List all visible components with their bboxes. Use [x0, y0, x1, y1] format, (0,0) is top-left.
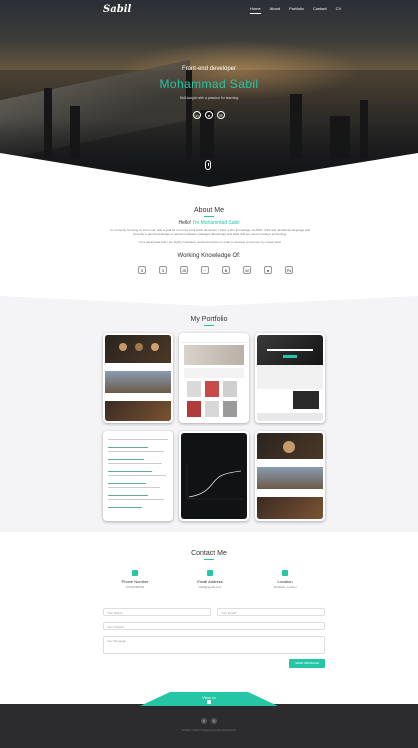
- email-icon: [207, 570, 213, 576]
- jquery-icon: ~: [201, 266, 209, 274]
- about-title-underline: [204, 216, 214, 217]
- name-input[interactable]: Your Name*: [103, 608, 211, 616]
- nav-contact[interactable]: Contact: [313, 6, 327, 14]
- portfolio-card-dashboard[interactable]: [103, 431, 173, 521]
- project-screenshot: [105, 335, 171, 421]
- contact-email: Email Address sabil@gmail.com: [175, 570, 245, 589]
- email-icon[interactable]: ✉: [217, 111, 225, 119]
- main-nav: Home About Portfolio Contact CV: [250, 6, 341, 14]
- github-icon: ●: [264, 266, 272, 274]
- message-textarea[interactable]: Your Message: [103, 636, 325, 654]
- subject-input[interactable]: Your Subject: [103, 622, 325, 630]
- hero-tagline: Self-taught with a passion for learning: [179, 96, 239, 100]
- contact-title-underline: [204, 559, 214, 560]
- portfolio-card-restaurant[interactable]: [103, 333, 173, 423]
- nav-home[interactable]: Home: [250, 6, 261, 14]
- contact-location: Location Sheffield, London: [250, 570, 320, 589]
- contact-phone-label: Phone Number: [121, 579, 149, 584]
- download-icon[interactable]: [207, 700, 211, 704]
- project-screenshot: [257, 335, 323, 421]
- css3-icon: 3: [159, 266, 167, 274]
- portfolio-title: My Portfolio: [190, 316, 228, 323]
- contact-phone: Phone Number 07342089636: [100, 570, 170, 589]
- portfolio-title-underline: [204, 325, 214, 326]
- about-hello-prefix: Hello!: [178, 220, 193, 226]
- about-section: About Me Hello! I'm Mohammad Sabil I'm c…: [0, 188, 418, 296]
- email-input[interactable]: Your Email*: [217, 608, 325, 616]
- contact-location-label: Location: [277, 579, 293, 584]
- hero-bottom-chevron: [0, 153, 418, 188]
- photoshop-icon: Ps: [285, 266, 293, 274]
- contact-info: Phone Number 07342089636 Email Address s…: [100, 570, 320, 589]
- nav-portfolio[interactable]: Portfolio: [289, 6, 304, 14]
- linkedin-icon[interactable]: in: [193, 111, 201, 119]
- about-paragraph-1: I'm currently focusing on front-end, wit…: [109, 228, 311, 237]
- portfolio-grid: [103, 333, 325, 521]
- nav-about[interactable]: About: [270, 6, 280, 14]
- bootstrap-icon: B: [222, 266, 230, 274]
- contact-email-label: Email Address: [197, 579, 223, 584]
- nav-cv[interactable]: CV: [336, 6, 342, 14]
- about-paragraph-2: I'm a passionate that I am highly motiva…: [138, 240, 282, 244]
- portfolio-card-agency[interactable]: [255, 333, 325, 423]
- site-logo[interactable]: Sabil: [103, 4, 131, 15]
- footer-social-links: in ●: [0, 718, 418, 724]
- about-hello-name: I'm Mohammad Sabil: [192, 220, 240, 226]
- portfolio-card-fashion[interactable]: [179, 333, 249, 423]
- footer: [0, 704, 418, 748]
- portfolio-top-chevron: [0, 296, 418, 306]
- contact-title: Contact Me: [191, 550, 227, 557]
- about-hello: Hello! I'm Mohammad Sabil: [0, 220, 418, 226]
- project-screenshot: [181, 335, 247, 421]
- graph-preview: [186, 463, 243, 500]
- contact-section: Contact Me Phone Number 07342089636 Emai…: [0, 532, 418, 704]
- github-icon[interactable]: ●: [211, 718, 217, 724]
- about-title: About Me: [194, 207, 224, 214]
- scroll-down-icon[interactable]: [205, 160, 211, 170]
- javascript-icon: JS: [180, 266, 188, 274]
- hero-subtitle: Front-end developer: [181, 66, 237, 72]
- portfolio-card-restaurant-2[interactable]: [255, 431, 325, 521]
- project-screenshot: [181, 433, 247, 519]
- hero-section: Sabil Home About Portfolio Contact CV Fr…: [0, 0, 418, 188]
- contact-location-value: Sheffield, London: [273, 585, 297, 589]
- send-message-button[interactable]: SEND MESSAGE: [289, 659, 325, 668]
- linkedin-icon[interactable]: in: [201, 718, 207, 724]
- contact-email-value: sabil@gmail.com: [198, 585, 222, 589]
- project-screenshot: [105, 433, 171, 519]
- skills-title: Working Knowledge Of:: [177, 253, 241, 259]
- contact-phone-value: 07342089636: [125, 585, 145, 589]
- project-screenshot: [257, 433, 323, 519]
- wordpress-icon: W: [243, 266, 251, 274]
- portfolio-section: My Portfolio: [0, 296, 418, 532]
- phone-icon: [132, 570, 138, 576]
- location-icon: [282, 570, 288, 576]
- copyright-text: Portfolio | 2020 © Designed by Mohammad …: [181, 729, 237, 732]
- skills-list: 5 3 JS ~ B W ● Ps: [138, 266, 293, 274]
- html5-icon: 5: [138, 266, 146, 274]
- github-icon[interactable]: ●: [205, 111, 213, 119]
- hero-social-links: in ● ✉: [0, 111, 418, 119]
- portfolio-card-graph[interactable]: [179, 431, 249, 521]
- hero-name: Mohammad Sabil: [159, 77, 259, 91]
